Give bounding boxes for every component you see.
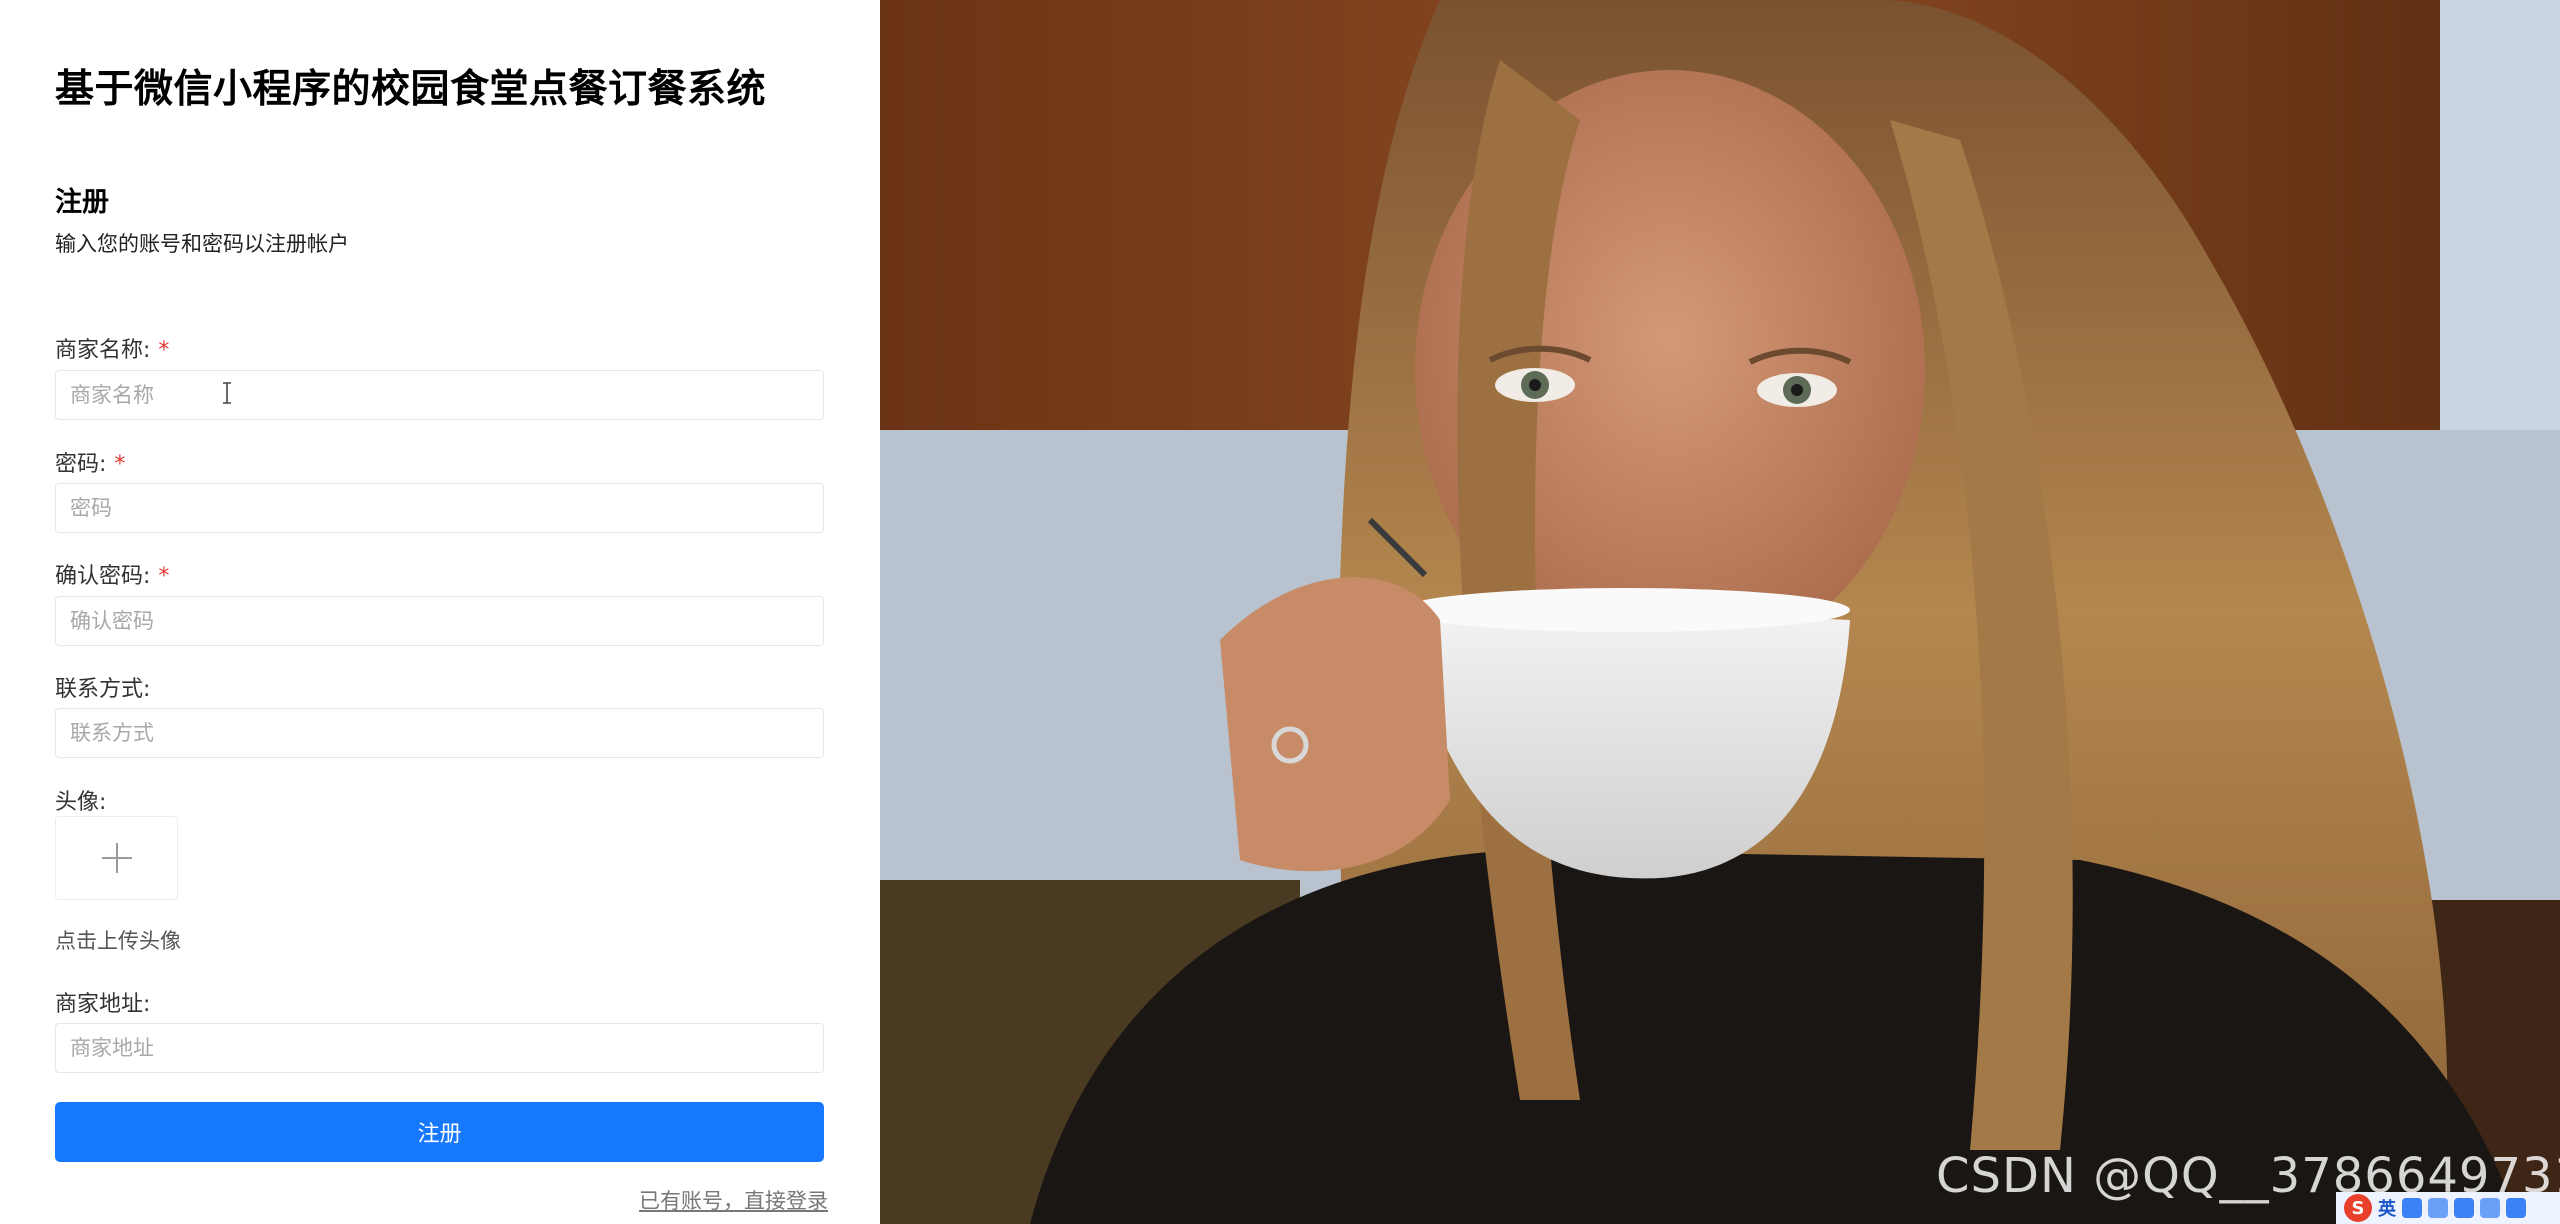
register-title: 注册 [55, 187, 109, 218]
avatar-upload-hint: 点击上传头像 [55, 929, 181, 953]
hero-photo-illustration [880, 0, 2560, 1224]
required-mark: * [158, 564, 170, 589]
hero-photo [880, 0, 2560, 1224]
register-panel: 基于微信小程序的校园食堂点餐订餐系统 注册 输入您的账号和密码以注册帐户 商家名… [0, 0, 880, 1224]
ime-language-toggle[interactable]: 英 [2378, 1195, 2396, 1221]
login-link[interactable]: 已有账号，直接登录 [639, 1185, 828, 1215]
avatar-upload-button[interactable] [55, 816, 178, 900]
keyboard-icon[interactable] [2454, 1198, 2474, 1218]
punctuation-icon[interactable] [2402, 1198, 2422, 1218]
toolbox-icon[interactable] [2506, 1198, 2526, 1218]
confirm-password-input[interactable] [55, 596, 824, 646]
merchant-name-label: 商家名称: * [55, 338, 170, 363]
contact-label: 联系方式: [55, 677, 151, 702]
merchant-address-label: 商家地址: [55, 992, 151, 1017]
password-label: 密码: * [55, 452, 126, 477]
merchant-address-input[interactable] [55, 1023, 824, 1073]
required-mark: * [158, 338, 170, 363]
required-mark: * [114, 452, 126, 477]
microphone-icon[interactable] [2428, 1198, 2448, 1218]
sogou-ime-icon[interactable]: S [2344, 1194, 2372, 1222]
text-cursor-icon [223, 382, 231, 404]
avatar-label: 头像: [55, 790, 107, 815]
site-title: 基于微信小程序的校园食堂点餐订餐系统 [55, 67, 767, 112]
ime-toolbar[interactable]: S 英 [2336, 1192, 2560, 1224]
plus-icon [101, 843, 132, 873]
register-button[interactable]: 注册 [55, 1102, 824, 1162]
confirm-password-label: 确认密码: * [55, 564, 170, 589]
register-subtitle: 输入您的账号和密码以注册帐户 [55, 232, 349, 256]
contact-input[interactable] [55, 708, 824, 758]
password-input[interactable] [55, 483, 824, 533]
merchant-name-input[interactable] [55, 370, 824, 420]
skin-icon[interactable] [2480, 1198, 2500, 1218]
